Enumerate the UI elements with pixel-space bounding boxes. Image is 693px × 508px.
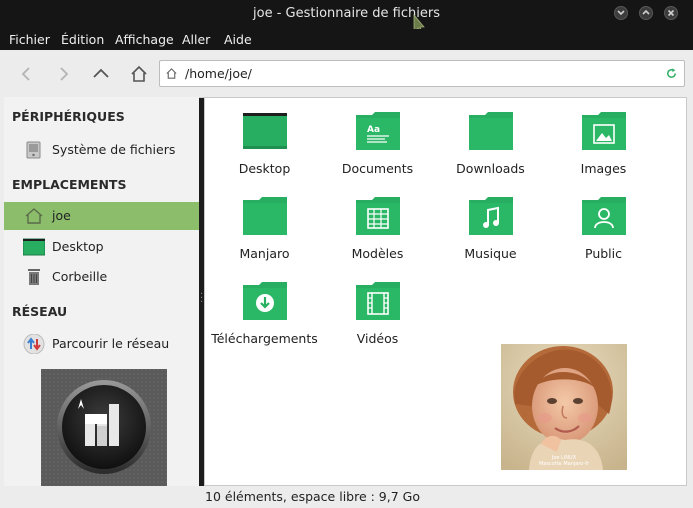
section-reseau: RÉSEAU bbox=[12, 304, 68, 319]
menu-affichage[interactable]: Affichage bbox=[115, 32, 174, 47]
section-emplacements: EMPLACEMENTS bbox=[12, 177, 127, 192]
documents-folder-icon: Aa bbox=[355, 112, 400, 150]
file-item-videos[interactable]: Vidéos bbox=[321, 281, 434, 361]
desktop-icon bbox=[23, 238, 45, 256]
folder-icon bbox=[242, 197, 287, 235]
minimize-button[interactable] bbox=[614, 6, 628, 20]
sidebar-item-label: Système de fichiers bbox=[52, 142, 176, 157]
up-arrow-icon[interactable] bbox=[89, 62, 113, 86]
file-label: Documents bbox=[341, 161, 414, 176]
maximize-button[interactable] bbox=[639, 6, 653, 20]
sidebar-item-label: Parcourir le réseau bbox=[52, 336, 170, 351]
file-item-manjaro[interactable]: Manjaro bbox=[208, 196, 321, 276]
trash-icon bbox=[28, 269, 40, 285]
menu-edition[interactable]: Édition bbox=[61, 32, 104, 47]
download-folder-icon bbox=[242, 282, 287, 320]
svg-text:Aa: Aa bbox=[367, 125, 380, 135]
home-small-icon bbox=[166, 68, 177, 79]
window-title: joe - Gestionnaire de fichiers bbox=[253, 6, 440, 21]
file-item-images[interactable]: Images bbox=[547, 111, 660, 191]
file-label: Images bbox=[580, 161, 627, 176]
reload-icon[interactable] bbox=[665, 67, 678, 80]
sidebar-item-label: Desktop bbox=[52, 239, 104, 254]
file-label: Téléchargements bbox=[211, 331, 318, 346]
music-folder-icon bbox=[468, 197, 513, 235]
sidebar: PÉRIPHÉRIQUES Système de fichiers EMPLAC… bbox=[4, 97, 199, 488]
file-label: Manjaro bbox=[239, 246, 290, 261]
portrait-photo: Joe LINUX Mascotte Manjaro-fr bbox=[501, 344, 627, 470]
window-border-right bbox=[687, 97, 693, 488]
sidebar-item-filesystem[interactable]: Système de fichiers bbox=[4, 136, 199, 164]
section-peripheriques: PÉRIPHÉRIQUES bbox=[12, 109, 125, 124]
close-icon bbox=[667, 9, 675, 17]
desktop-folder-icon bbox=[242, 113, 287, 149]
close-button[interactable] bbox=[664, 6, 678, 20]
home-icon bbox=[25, 208, 43, 224]
templates-folder-icon bbox=[355, 197, 400, 235]
path-text[interactable]: /home/joe/ bbox=[185, 66, 252, 81]
public-folder-icon bbox=[581, 197, 626, 235]
toolbar: /home/joe/ bbox=[0, 50, 693, 98]
file-item-documents[interactable]: Aa Documents bbox=[321, 111, 434, 191]
chevron-down-icon bbox=[617, 10, 625, 16]
back-arrow-icon[interactable] bbox=[15, 62, 39, 86]
file-label: Modèles bbox=[351, 246, 404, 261]
location-bar[interactable]: /home/joe/ bbox=[159, 60, 685, 87]
menu-aide[interactable]: Aide bbox=[224, 32, 252, 47]
status-bar: 10 éléments, espace libre : 9,7 Go bbox=[0, 486, 693, 508]
file-item-desktop[interactable]: Desktop bbox=[208, 111, 321, 191]
images-folder-icon bbox=[581, 112, 626, 150]
folder-icon bbox=[468, 112, 513, 150]
file-label: Musique bbox=[464, 246, 517, 261]
chevron-up-icon bbox=[642, 9, 650, 15]
sidebar-item-joe[interactable]: joe bbox=[4, 202, 199, 230]
photo-caption-line-2: Mascotte Manjaro-fr bbox=[539, 461, 590, 467]
sidebar-item-trash[interactable]: Corbeille bbox=[4, 263, 199, 291]
videos-folder-icon bbox=[355, 282, 400, 320]
manjaro-logo-image bbox=[41, 369, 167, 487]
file-view: Desktop Aa Documents Downloads Images Ma… bbox=[204, 97, 687, 486]
title-bar: joe - Gestionnaire de fichiers bbox=[0, 0, 693, 35]
sidebar-item-label: Corbeille bbox=[52, 269, 108, 284]
file-item-downloads[interactable]: Downloads bbox=[434, 111, 547, 191]
file-item-public[interactable]: Public bbox=[547, 196, 660, 276]
file-item-modeles[interactable]: Modèles bbox=[321, 196, 434, 276]
forward-arrow-icon[interactable] bbox=[51, 62, 75, 86]
file-label: Desktop bbox=[238, 161, 291, 176]
drive-icon bbox=[26, 141, 41, 159]
file-label: Downloads bbox=[456, 161, 525, 176]
sidebar-item-label: joe bbox=[52, 208, 71, 223]
menu-aller[interactable]: Aller bbox=[182, 32, 210, 47]
file-item-musique[interactable]: Musique bbox=[434, 196, 547, 276]
home-icon[interactable] bbox=[127, 62, 151, 86]
sidebar-resize-handle[interactable]: · · · bbox=[200, 290, 203, 308]
status-text: 10 éléments, espace libre : 9,7 Go bbox=[205, 489, 420, 504]
file-label: Vidéos bbox=[356, 331, 399, 346]
network-icon bbox=[23, 334, 45, 354]
sidebar-item-network[interactable]: Parcourir le réseau bbox=[4, 330, 199, 358]
file-item-telechargements[interactable]: Téléchargements bbox=[208, 281, 321, 361]
menu-fichier[interactable]: Fichier bbox=[9, 32, 50, 47]
sidebar-item-desktop[interactable]: Desktop bbox=[4, 233, 199, 261]
file-label: Public bbox=[585, 246, 622, 261]
menu-bar: Fichier Édition Affichage Aller Aide bbox=[0, 29, 693, 50]
